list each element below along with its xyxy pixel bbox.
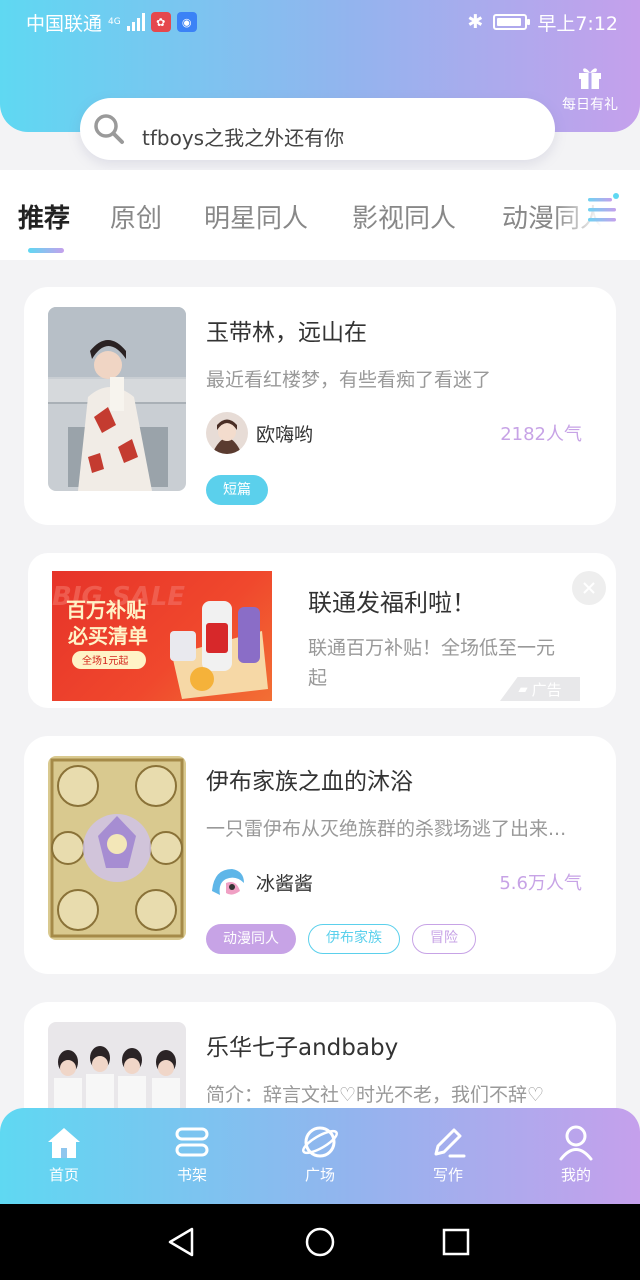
tab-recommend[interactable]: 推荐 [18,198,70,235]
story-tag[interactable]: 短篇 [206,475,268,505]
system-nav-bar [0,1204,640,1280]
story-title: 乐华七子andbaby [206,1035,399,1061]
pen-icon [434,1128,466,1158]
author-row: 冰酱酱 5.6万人气 [206,860,582,904]
tag-list: 动漫同人 伊布家族 冒险 [206,924,476,954]
nav-bookshelf[interactable]: 书架 [152,1122,232,1185]
story-title: 伊布家族之血的沐浴 [206,769,413,795]
nav-square[interactable]: 广场 [280,1122,360,1185]
planet-icon [302,1126,338,1158]
story-cover-image [48,307,186,491]
signal-icon [126,13,145,31]
daily-gift-button[interactable]: 每日有礼 [558,62,622,114]
nav-bookshelf-label: 书架 [176,1166,207,1184]
story-title: 玉带林，远山在 [206,320,367,346]
story-card[interactable]: 伊布家族之血的沐浴 一只雷伊布从灭绝族群的杀戮场逃了出来... 冰酱酱 5.6万… [24,736,616,974]
story-card[interactable]: 玉带林，远山在 最近看红楼梦，有些看痴了看迷了 欧嗨哟 2182人气 短篇 [24,287,616,525]
bookshelf-icon [175,1127,209,1157]
home-circle-icon[interactable] [304,1226,336,1258]
ad-line2: 必买清单 [67,624,148,648]
ad-price-text: 全场1元起 [82,654,128,667]
story-description: 简介：辞言文社♡时光不老，我们不辞♡ [206,1084,545,1106]
gift-label: 每日有礼 [562,97,618,113]
author-row: 欧嗨哟 2182人气 [206,411,582,455]
ad-image: BIG SALE 百万补贴 必买清单 全场1元起 [52,571,272,701]
ad-close-button[interactable] [572,571,606,605]
search-bar[interactable]: tfboys之我之外还有你 [80,98,555,160]
nav-profile[interactable]: 我的 [536,1122,616,1185]
active-tab-indicator [28,248,64,253]
ad-mark-icon: ▰ [518,682,528,696]
story-description: 一只雷伊布从灭绝族群的杀戮场逃了出来... [206,818,567,840]
gift-icon [579,68,601,89]
author-avatar[interactable] [206,412,248,454]
carrier-name: 中国联通 [26,12,103,35]
notification-app-icon: ✿ [150,12,171,32]
bottom-nav: 首页 书架 广场 写作 我的 [0,1108,640,1204]
category-tabs: 推荐 原创 明星同人 影视同人 动漫同人 [0,170,640,260]
status-bar: 中国联通 4G ✿ ◉ ✱ 早上7:12 [0,0,640,44]
nav-write[interactable]: 写作 [408,1122,488,1185]
tab-star-fanfic[interactable]: 明星同人 [204,198,308,235]
baidu-app-icon: ◉ [176,12,197,32]
nav-home-label: 首页 [48,1166,79,1184]
author-name[interactable]: 冰酱酱 [256,869,313,896]
ad-line1: 百万补贴 [66,598,146,622]
popularity-count: 5.6万人气 [499,873,582,894]
ad-badge-label: 广告 [531,680,562,699]
nav-home[interactable]: 首页 [24,1122,104,1185]
recents-icon[interactable] [440,1226,472,1258]
battery-icon [493,14,531,30]
author-avatar[interactable] [206,861,248,903]
story-tag[interactable]: 动漫同人 [206,924,296,954]
popularity-count: 2182人气 [500,424,582,445]
nav-profile-label: 我的 [560,1166,591,1184]
ad-title: 联通发福利啦！ [308,589,476,617]
tab-original[interactable]: 原创 [110,198,162,235]
nav-square-label: 广场 [304,1166,335,1184]
story-tag[interactable]: 冒险 [412,924,476,954]
network-type: 4G [108,16,121,27]
tag-list: 短篇 [206,475,268,505]
search-icon [94,114,124,144]
story-description: 最近看红楼梦，有些看痴了看迷了 [206,369,492,391]
home-icon [48,1128,80,1158]
search-suggestion-text: tfboys之我之外还有你 [142,125,345,150]
author-name[interactable]: 欧嗨哟 [256,420,313,447]
nav-write-label: 写作 [432,1166,463,1184]
story-tag[interactable]: 伊布家族 [308,924,400,954]
story-cover-image [48,756,186,940]
ad-card[interactable]: BIG SALE 百万补贴 必买清单 全场1元起 联通发福利啦！ 联通百万补贴！… [28,553,616,708]
category-menu-icon[interactable] [586,192,620,228]
tab-film-fanfic[interactable]: 影视同人 [352,198,456,235]
clock: 早上7:12 [537,12,618,35]
back-icon[interactable] [166,1226,198,1258]
user-icon [559,1125,593,1161]
close-icon [583,582,595,594]
bluetooth-icon: ✱ [467,11,484,33]
